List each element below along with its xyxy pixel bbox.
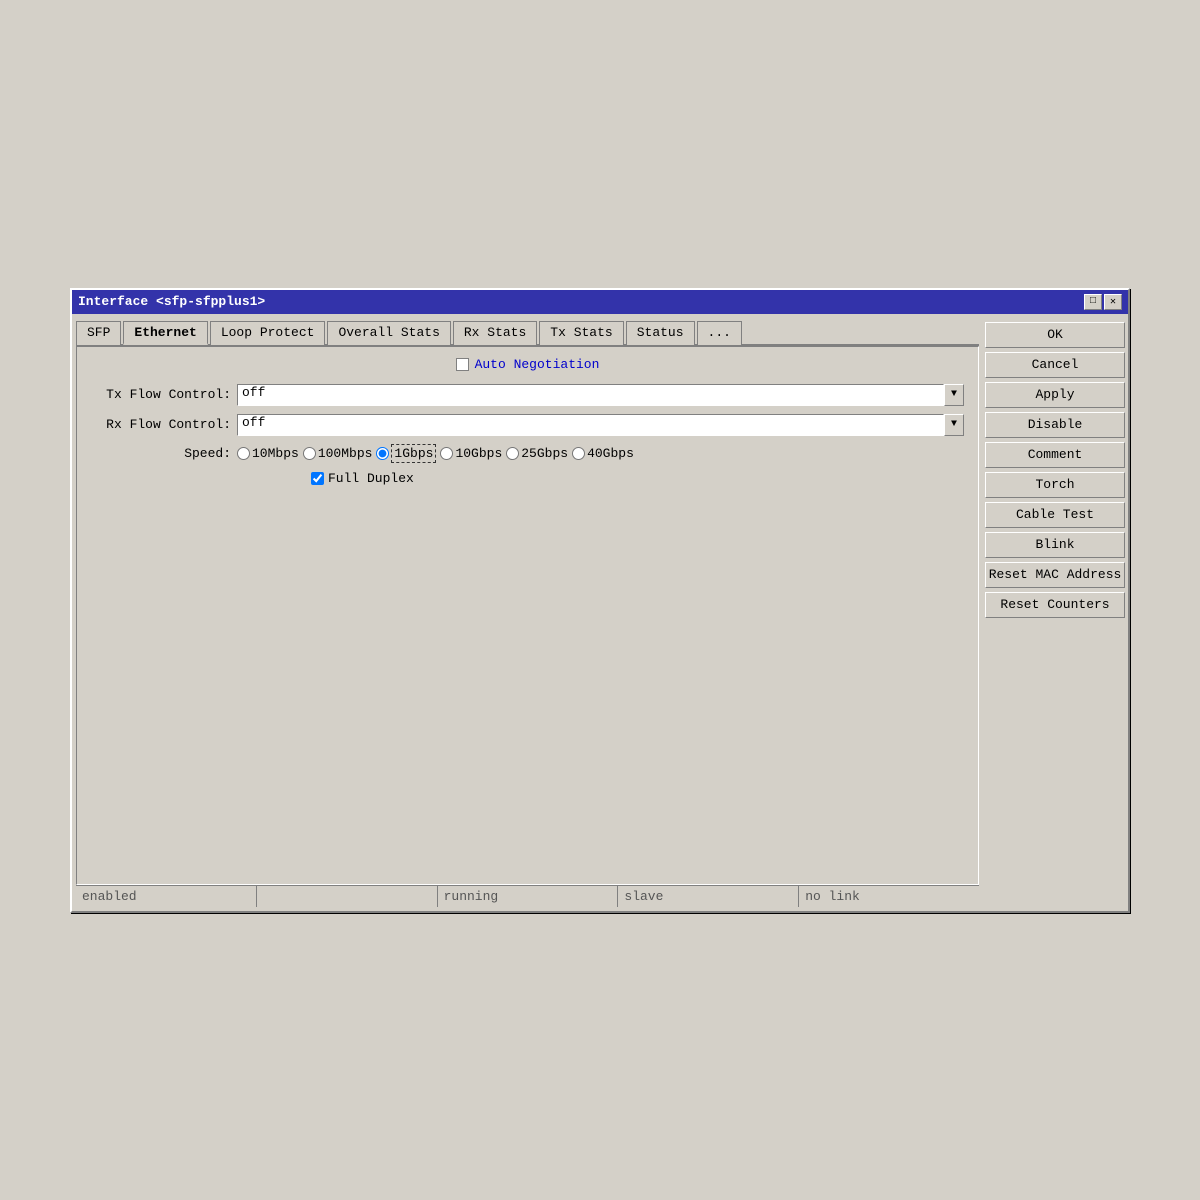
blink-button[interactable]: Blink <box>985 532 1125 558</box>
speed-row: Speed: 10Mbps 100Mbps <box>91 444 964 463</box>
content-area: SFP Ethernet Loop Protect Overall Stats … <box>72 314 1128 911</box>
speed-100mbps-radio[interactable] <box>303 447 316 460</box>
speed-10gbps: 10Gbps <box>440 446 502 461</box>
status-bar: enabled running slave no link <box>76 885 979 907</box>
status-enabled: enabled <box>76 886 257 907</box>
title-bar-buttons: □ ✕ <box>1084 294 1122 310</box>
speed-1gbps-radio[interactable] <box>376 447 389 460</box>
torch-button[interactable]: Torch <box>985 472 1125 498</box>
tab-rx-stats[interactable]: Rx Stats <box>453 321 537 345</box>
tx-flow-control-dropdown[interactable]: ▼ <box>944 384 964 406</box>
speed-10mbps: 10Mbps <box>237 446 299 461</box>
tab-ethernet[interactable]: Ethernet <box>123 321 207 345</box>
close-button[interactable]: ✕ <box>1104 294 1122 310</box>
rx-flow-control-row: Rx Flow Control: off ▼ <box>91 414 964 436</box>
auto-negotiation-row: Auto Negotiation <box>91 357 964 372</box>
tab-more[interactable]: ... <box>697 321 742 345</box>
tab-content: Auto Negotiation Tx Flow Control: off ▼ … <box>77 347 978 504</box>
speed-label: Speed: <box>101 446 231 461</box>
cancel-button[interactable]: Cancel <box>985 352 1125 378</box>
apply-button[interactable]: Apply <box>985 382 1125 408</box>
rx-flow-control-wrapper: off ▼ <box>237 414 964 436</box>
full-duplex-label: Full Duplex <box>328 471 414 486</box>
rx-flow-control-display: off <box>237 414 944 436</box>
cable-test-button[interactable]: Cable Test <box>985 502 1125 528</box>
speed-10gbps-label: 10Gbps <box>455 446 502 461</box>
window-title: Interface <sfp-sfpplus1> <box>78 294 265 309</box>
disable-button[interactable]: Disable <box>985 412 1125 438</box>
speed-25gbps-label: 25Gbps <box>521 446 568 461</box>
full-duplex-label-wrap: Full Duplex <box>311 471 414 486</box>
side-buttons-panel: OK Cancel Apply Disable Comment Torch Ca… <box>979 318 1124 907</box>
tab-bar: SFP Ethernet Loop Protect Overall Stats … <box>76 318 979 346</box>
title-bar: Interface <sfp-sfpplus1> □ ✕ <box>72 290 1128 314</box>
main-window: Interface <sfp-sfpplus1> □ ✕ SFP Etherne… <box>70 288 1130 913</box>
status-running: running <box>438 886 619 907</box>
speed-10mbps-label: 10Mbps <box>252 446 299 461</box>
speed-25gbps: 25Gbps <box>506 446 568 461</box>
minimize-button[interactable]: □ <box>1084 294 1102 310</box>
full-duplex-row: Full Duplex <box>91 471 964 486</box>
tx-flow-control-row: Tx Flow Control: off ▼ <box>91 384 964 406</box>
tab-sfp[interactable]: SFP <box>76 321 121 345</box>
rx-flow-control-dropdown[interactable]: ▼ <box>944 414 964 436</box>
status-slave: slave <box>618 886 799 907</box>
reset-mac-button[interactable]: Reset MAC Address <box>985 562 1125 588</box>
status-empty <box>257 886 438 907</box>
ok-button[interactable]: OK <box>985 322 1125 348</box>
speed-10mbps-radio[interactable] <box>237 447 250 460</box>
full-duplex-checkbox[interactable] <box>311 472 324 485</box>
speed-40gbps-radio[interactable] <box>572 447 585 460</box>
tab-tx-stats[interactable]: Tx Stats <box>539 321 623 345</box>
speed-1gbps-label: 1Gbps <box>391 444 436 463</box>
speed-25gbps-radio[interactable] <box>506 447 519 460</box>
auto-negotiation-checkbox[interactable] <box>456 358 469 371</box>
status-link: no link <box>799 886 979 907</box>
auto-negotiation-label: Auto Negotiation <box>475 357 600 372</box>
reset-counters-button[interactable]: Reset Counters <box>985 592 1125 618</box>
rx-flow-control-label: Rx Flow Control: <box>91 417 231 432</box>
tx-flow-control-label: Tx Flow Control: <box>91 387 231 402</box>
tab-overall-stats[interactable]: Overall Stats <box>327 321 450 345</box>
content-spacer <box>77 504 978 884</box>
speed-1gbps: 1Gbps <box>376 444 436 463</box>
speed-10gbps-radio[interactable] <box>440 447 453 460</box>
speed-radio-group: 10Mbps 100Mbps 1Gbps <box>237 444 634 463</box>
tx-flow-control-wrapper: off ▼ <box>237 384 964 406</box>
speed-100mbps: 100Mbps <box>303 446 373 461</box>
speed-100mbps-label: 100Mbps <box>318 446 373 461</box>
tab-status[interactable]: Status <box>626 321 695 345</box>
tab-loop-protect[interactable]: Loop Protect <box>210 321 326 345</box>
comment-button[interactable]: Comment <box>985 442 1125 468</box>
tab-content-panel: Auto Negotiation Tx Flow Control: off ▼ … <box>76 346 979 885</box>
inner-panel: SFP Ethernet Loop Protect Overall Stats … <box>76 318 979 907</box>
speed-40gbps-label: 40Gbps <box>587 446 634 461</box>
speed-40gbps: 40Gbps <box>572 446 634 461</box>
tx-flow-control-display: off <box>237 384 944 406</box>
